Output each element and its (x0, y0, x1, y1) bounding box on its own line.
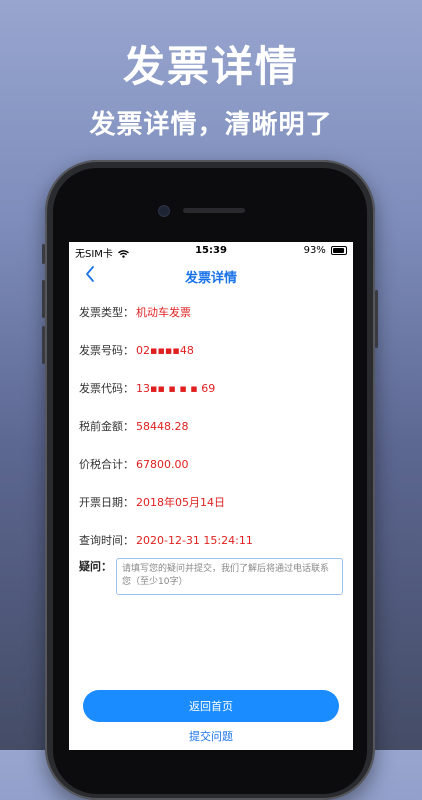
submit-question-button[interactable]: 提交问题 (69, 728, 353, 744)
volume-up-button (42, 280, 45, 318)
power-button (375, 290, 378, 348)
detail-label: 开票日期： (79, 496, 134, 509)
detail-label: 发票号码： (79, 344, 134, 357)
detail-label: 税前金额： (79, 420, 134, 433)
detail-row-issue-date: 开票日期： 2018年05月14日 (79, 494, 225, 510)
detail-label: 价税合计： (79, 458, 134, 471)
app-screen: 无SIM卡 15:39 93% 发票详情 发票类型： 机动车发票 发票号码： 02▪… (69, 242, 353, 750)
question-label: 疑问： (79, 560, 112, 573)
detail-value: 13▪▪ ▪ ▪ ▪ 69 (136, 382, 216, 395)
detail-value: 机动车发票 (136, 306, 191, 319)
detail-label: 发票类型： (79, 306, 134, 319)
volume-down-button (42, 326, 45, 364)
front-camera (158, 205, 170, 217)
promo-subtitle: 发票详情，清晰明了 (89, 110, 333, 140)
detail-label: 查询时间： (79, 534, 134, 547)
detail-row-invoice-type: 发票类型： 机动车发票 (79, 304, 191, 320)
detail-label: 发票代码： (79, 382, 134, 395)
earpiece-speaker (183, 208, 245, 213)
detail-row-invoice-code: 发票代码： 13▪▪ ▪ ▪ ▪ 69 (79, 380, 215, 396)
battery-icon (331, 245, 347, 255)
detail-value: 58448.28 (136, 420, 189, 433)
detail-row-invoice-number: 发票号码： 02▪▪▪▪48 (79, 342, 194, 358)
return-home-button[interactable]: 返回首页 (83, 690, 339, 722)
battery-percent: 93% (303, 245, 326, 256)
detail-row-pretax-amount: 税前金额： 58448.28 (79, 418, 189, 434)
detail-row-query-time: 查询时间： 2020-12-31 15:24:11 (79, 532, 253, 548)
detail-value: 02▪▪▪▪48 (136, 344, 194, 357)
promo-title: 发票详情 (122, 42, 299, 91)
status-bar: 无SIM卡 15:39 93% (69, 242, 353, 260)
navigation-bar: 发票详情 (69, 260, 353, 290)
detail-value: 2018年05月14日 (136, 496, 225, 509)
mute-switch (42, 244, 45, 264)
detail-value: 67800.00 (136, 458, 189, 471)
battery-status: 93% (304, 245, 347, 256)
page-title: 发票详情 (184, 271, 237, 286)
question-input[interactable]: 请填写您的疑问并提交，我们了解后将通过电话联系您（至少10字） (116, 558, 343, 595)
detail-row-total: 价税合计： 67800.00 (79, 456, 189, 472)
detail-value: 2020-12-31 15:24:11 (136, 534, 253, 547)
